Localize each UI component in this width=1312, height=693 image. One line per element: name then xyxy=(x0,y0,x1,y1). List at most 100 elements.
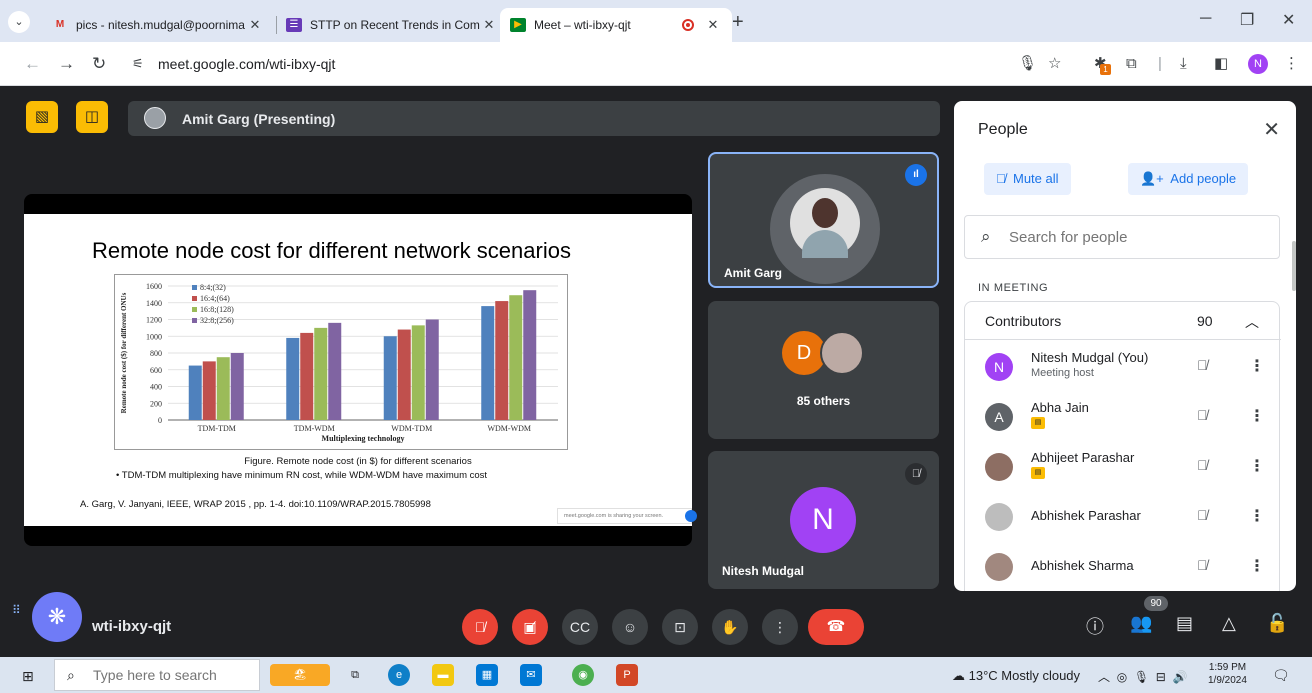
more-options-icon[interactable]: ⋮ xyxy=(1249,356,1265,376)
weather-text: 13°C Mostly cloudy xyxy=(968,668,1081,683)
presenter-avatar xyxy=(144,107,166,129)
participant-role: Meeting host xyxy=(1031,367,1094,379)
minimize-icon[interactable]: ─ xyxy=(1200,10,1211,28)
panel-scrollbar[interactable] xyxy=(1292,241,1296,291)
close-tab-icon[interactable]: ✕ xyxy=(480,17,498,33)
extensions-puzzle-icon[interactable]: ⧉ xyxy=(1126,55,1137,73)
chart-bar xyxy=(314,327,328,420)
close-panel-icon[interactable]: ✕ xyxy=(1263,117,1280,142)
volume-icon[interactable]: 🔊 xyxy=(1172,670,1187,684)
more-options-icon[interactable]: ⋮ xyxy=(1249,406,1265,426)
close-window-icon[interactable]: ✕ xyxy=(1282,10,1295,30)
tab-meet[interactable]: ▶ Meet – wti-ibxy-qjt ✕ xyxy=(500,8,732,42)
clock[interactable]: 1:59 PM 1/9/2024 xyxy=(1208,661,1247,687)
mail-icon[interactable]: ✉ xyxy=(520,664,542,686)
y-axis-title: Remote node cost ($) for different ONUs xyxy=(120,292,128,413)
chevron-up-icon[interactable]: ︿ xyxy=(1245,312,1259,332)
edge-icon[interactable]: e xyxy=(388,664,410,686)
chat-icon[interactable]: ▤ xyxy=(1176,613,1193,634)
presenter-bar: Amit Garg (Presenting) xyxy=(128,101,940,136)
host-controls-icon[interactable]: 🔓 xyxy=(1266,613,1288,634)
site-settings-icon[interactable]: ⚟ xyxy=(132,56,144,72)
presentation-layout-icon[interactable]: ◫ xyxy=(76,101,108,133)
contributors-header[interactable]: Contributors 90 ︿ xyxy=(965,302,1281,340)
search-highlight-icon[interactable]: 🏖 xyxy=(270,664,330,686)
file-explorer-icon[interactable]: ▬ xyxy=(432,664,454,686)
mic-off-icon[interactable]: 🎙̸ xyxy=(1197,507,1208,523)
weather-widget[interactable]: ☁ 13°C Mostly cloudy xyxy=(952,668,1080,684)
activities-icon[interactable]: △ xyxy=(1222,613,1236,634)
forward-icon[interactable]: → xyxy=(58,54,75,74)
mic-off-icon[interactable]: 🎙̸ xyxy=(1197,457,1208,473)
companion-logo-icon: ❋ xyxy=(32,592,82,642)
microphone-icon[interactable]: 🎙 xyxy=(1018,55,1037,73)
mic-off-icon[interactable]: 🎙̸ xyxy=(1197,557,1208,573)
new-tab-icon[interactable]: + xyxy=(732,12,744,32)
more-options-icon[interactable]: ⋮ xyxy=(1249,556,1265,576)
drag-handle-icon[interactable]: ⠿ xyxy=(12,604,21,616)
tab-search-dropdown-icon[interactable]: ⌄ xyxy=(8,11,30,33)
restore-icon[interactable]: ❐ xyxy=(1240,10,1254,30)
chart-bar xyxy=(216,357,230,420)
people-title: People xyxy=(978,121,1028,138)
participant-avatar-photo xyxy=(985,553,1013,581)
task-view-icon[interactable]: ⧉ xyxy=(344,664,366,686)
chart-bar xyxy=(328,322,342,420)
network-icon[interactable]: ⊟ xyxy=(1156,670,1166,684)
chart-bar xyxy=(300,332,314,420)
tile-nitesh-mudgal[interactable]: 🎙̸ N Nitesh Mudgal xyxy=(708,451,939,589)
tab-sttp[interactable]: ☰ STTP on Recent Trends in Comm ✕ xyxy=(276,8,508,42)
download-icon[interactable]: ⤓ xyxy=(1180,55,1187,73)
participant-row[interactable]: N Nitesh Mudgal (You) Meeting host 🎙̸ ⋮ xyxy=(965,342,1281,392)
more-options-button[interactable]: ⋮ xyxy=(762,609,798,645)
powerpoint-icon[interactable]: P xyxy=(616,664,638,686)
present-button[interactable]: ⊡ xyxy=(662,609,698,645)
mic-toggle-button[interactable]: 🎙̸ xyxy=(462,609,498,645)
participant-row[interactable]: A Abha Jain ▤ 🎙̸ ⋮ xyxy=(965,392,1281,442)
meeting-info-icon[interactable]: ⓘ xyxy=(1086,613,1104,639)
tile-amit-garg[interactable]: ıl Amit Garg xyxy=(708,152,939,288)
clock-time: 1:59 PM xyxy=(1208,662,1247,673)
raise-hand-button[interactable]: ✋ xyxy=(712,609,748,645)
stop-presenting-icon[interactable]: ▧ xyxy=(26,101,58,133)
people-icon[interactable]: 👥 xyxy=(1130,613,1152,634)
add-people-button[interactable]: 👤+ Add people xyxy=(1128,163,1249,195)
profile-avatar[interactable]: N xyxy=(1248,54,1268,74)
mic-off-icon[interactable]: 🎙̸ xyxy=(1197,407,1208,423)
reload-icon[interactable]: ↻ xyxy=(92,54,106,74)
bookmark-star-icon[interactable]: ☆ xyxy=(1048,55,1061,73)
system-tray[interactable]: ︿ ◎ 🎙 ⊟ 🔊 xyxy=(1098,668,1187,685)
tab-gmail[interactable]: M pics - nitesh.mudgal@poornima ✕ xyxy=(42,8,274,42)
close-tab-icon[interactable]: ✕ xyxy=(246,17,264,33)
camera-toggle-button[interactable]: ▣̸ xyxy=(512,609,548,645)
participant-row[interactable]: Abhijeet Parashar ▤ 🎙̸ ⋮ xyxy=(965,442,1281,492)
mic-off-icon[interactable]: 🎙̸ xyxy=(1197,357,1208,373)
meet-tray-icon[interactable]: ◎ xyxy=(1117,670,1127,684)
people-search-input[interactable] xyxy=(1009,226,1259,248)
mute-all-button[interactable]: 🎙̸ Mute all xyxy=(984,163,1071,195)
more-options-icon[interactable]: ⋮ xyxy=(1249,456,1265,476)
chevron-up-icon[interactable]: ︿ xyxy=(1098,670,1110,684)
menu-kebab-icon[interactable]: ⋮ xyxy=(1284,55,1299,73)
side-panel-icon[interactable]: ◧ xyxy=(1214,55,1228,73)
back-icon[interactable]: ← xyxy=(24,54,41,74)
chrome-icon[interactable]: ◉ xyxy=(572,664,594,686)
notification-icon[interactable]: 🗨 xyxy=(1272,667,1290,684)
x-axis-title: Multiplexing technology xyxy=(322,434,405,443)
tile-others[interactable]: D 85 others xyxy=(708,301,939,439)
mic-off-icon: 🎙̸ xyxy=(905,463,927,485)
windows-start-icon[interactable]: ⊞ xyxy=(22,668,34,685)
participant-row[interactable]: Abhishek Sharma 🎙̸ ⋮ xyxy=(965,542,1281,591)
store-icon[interactable]: ▦ xyxy=(476,664,498,686)
slide-title: Remote node cost for different network s… xyxy=(92,238,571,263)
close-tab-icon[interactable]: ✕ xyxy=(704,17,722,33)
mic-tray-icon[interactable]: 🎙 xyxy=(1134,670,1149,684)
participant-avatar-photo xyxy=(985,503,1013,531)
participant-row[interactable]: Abhishek Parashar 🎙̸ ⋮ xyxy=(965,492,1281,542)
captions-button[interactable]: CC xyxy=(562,609,598,645)
leave-call-button[interactable]: ☎ xyxy=(808,609,864,645)
more-options-icon[interactable]: ⋮ xyxy=(1249,506,1265,526)
y-tick-label: 600 xyxy=(150,366,162,375)
taskbar-search-input[interactable] xyxy=(93,667,253,683)
reactions-button[interactable]: ☺ xyxy=(612,609,648,645)
